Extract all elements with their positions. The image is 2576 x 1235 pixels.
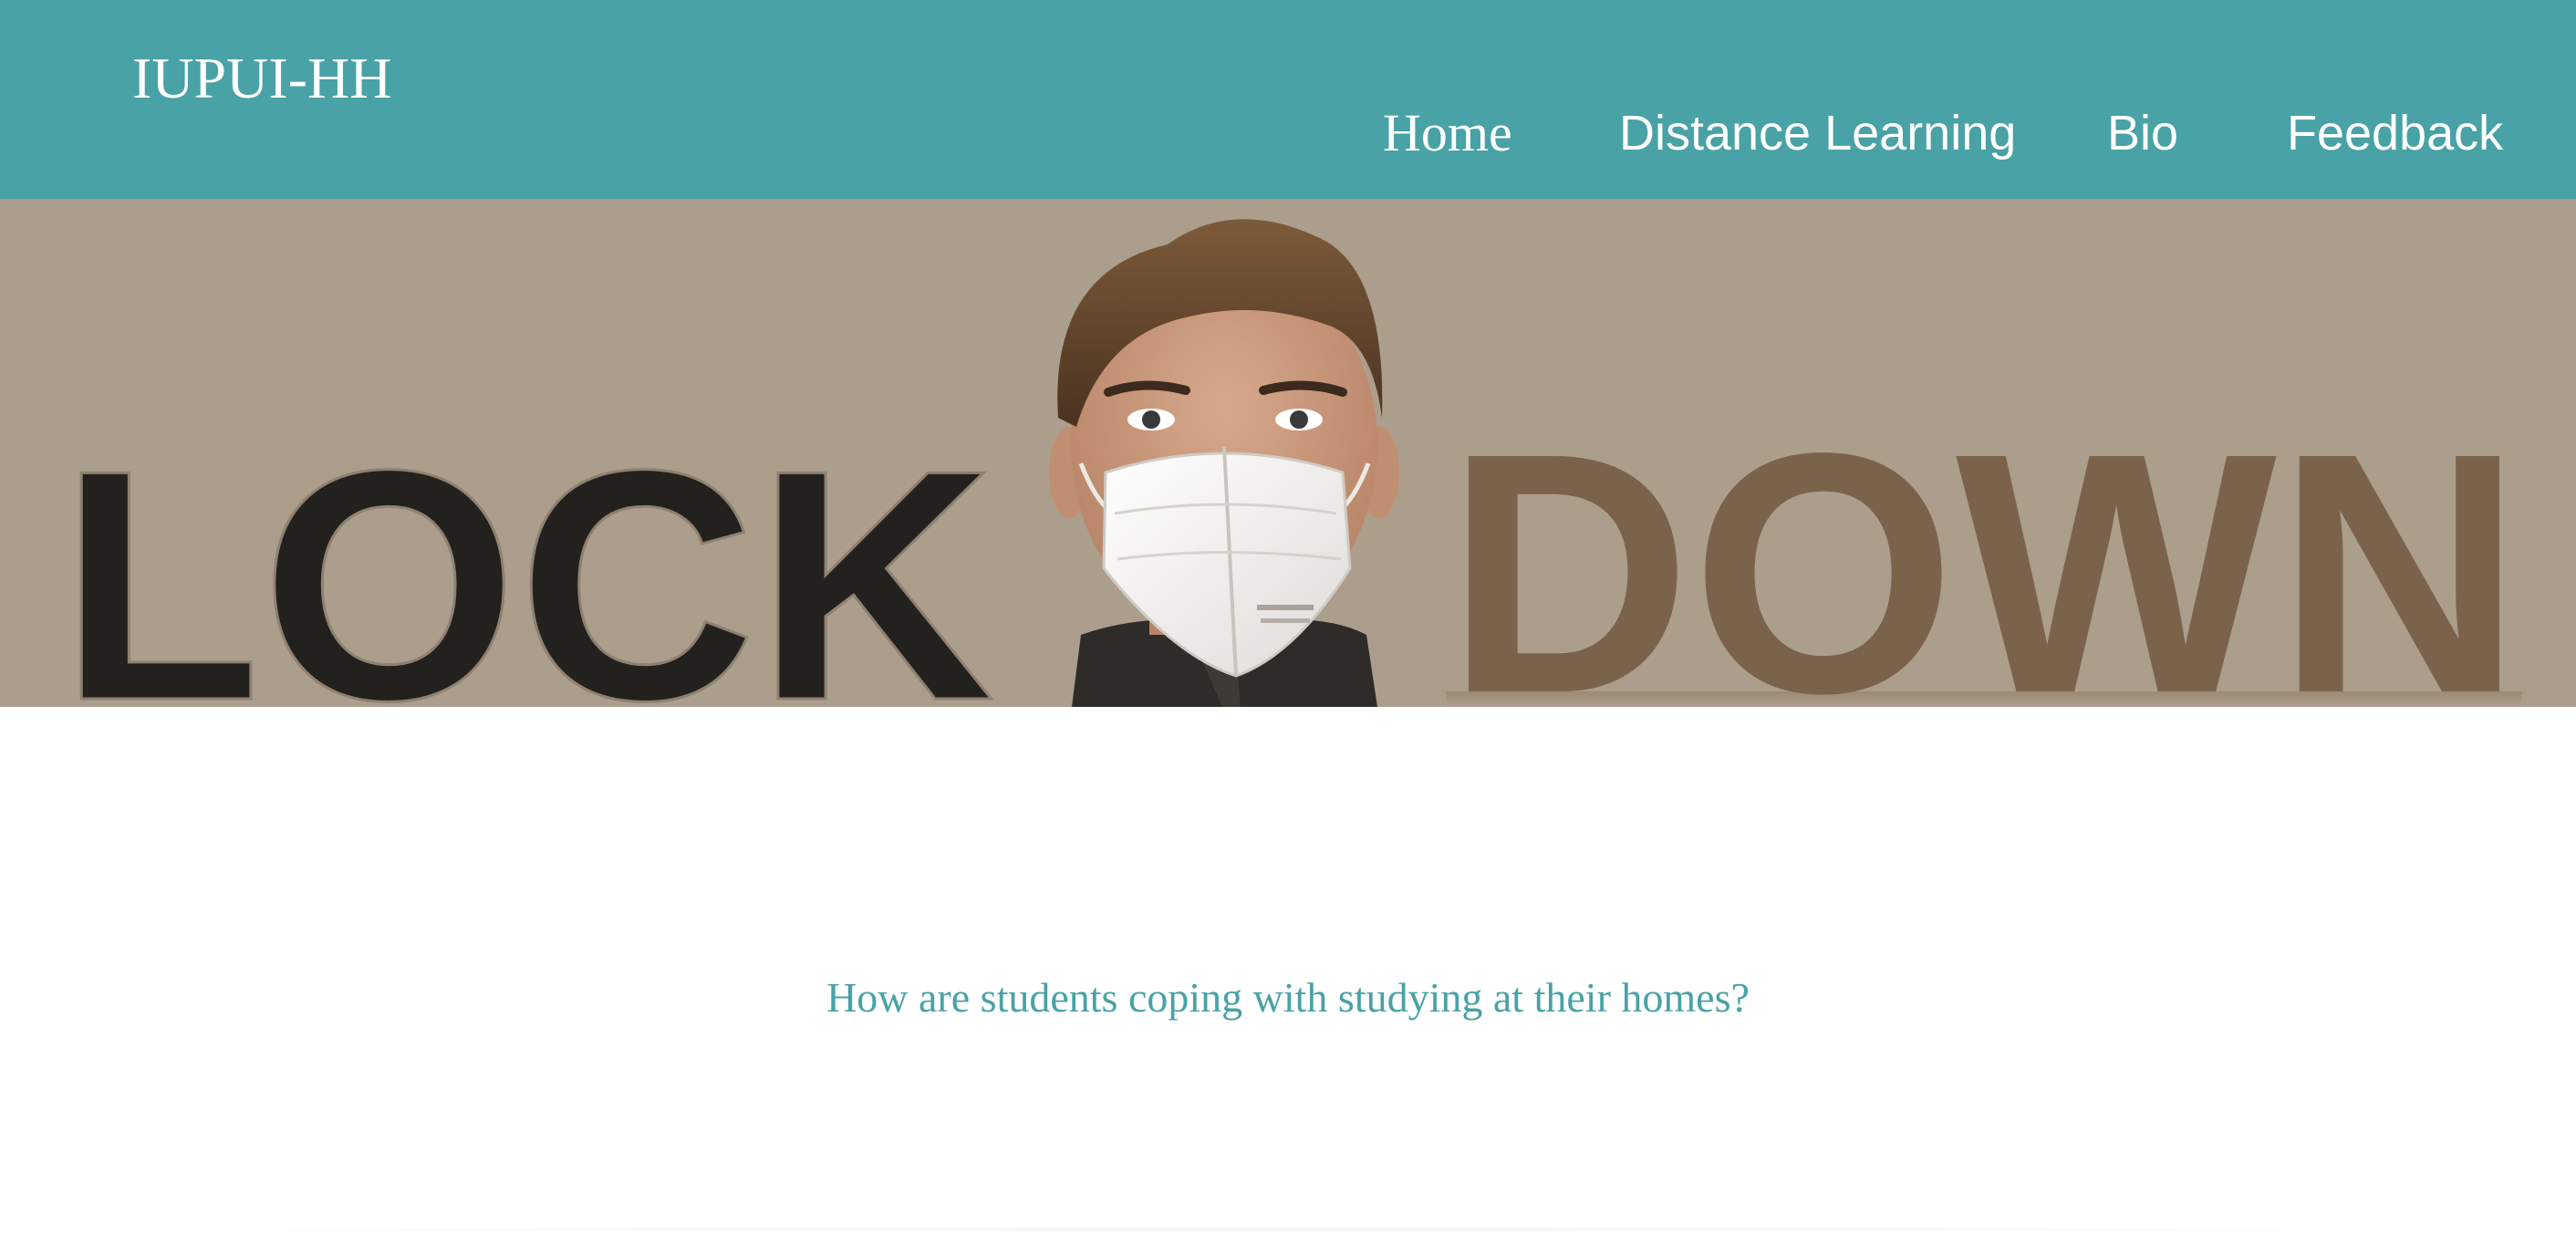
- hero-word-lock: LOCK: [59, 402, 994, 707]
- site-header: IUPUI-HH Home Distance Learning Bio Feed…: [0, 0, 2576, 199]
- site-title[interactable]: IUPUI-HH: [132, 40, 391, 117]
- hero-banner: LOCK DOWN: [0, 199, 2576, 707]
- section-divider: [100, 1228, 2476, 1231]
- nav-item-feedback[interactable]: Feedback: [2287, 99, 2503, 168]
- nav-item-distance-learning[interactable]: Distance Learning: [1619, 99, 2016, 168]
- nav-item-bio[interactable]: Bio: [2107, 99, 2178, 168]
- hero-word-down: DOWN: [1446, 383, 2522, 707]
- person-figure: [1049, 219, 1399, 707]
- hero-image: LOCK DOWN: [0, 199, 2576, 707]
- nav-item-home[interactable]: Home: [1383, 99, 1512, 168]
- page-subtitle: How are students coping with studying at…: [826, 974, 1750, 1021]
